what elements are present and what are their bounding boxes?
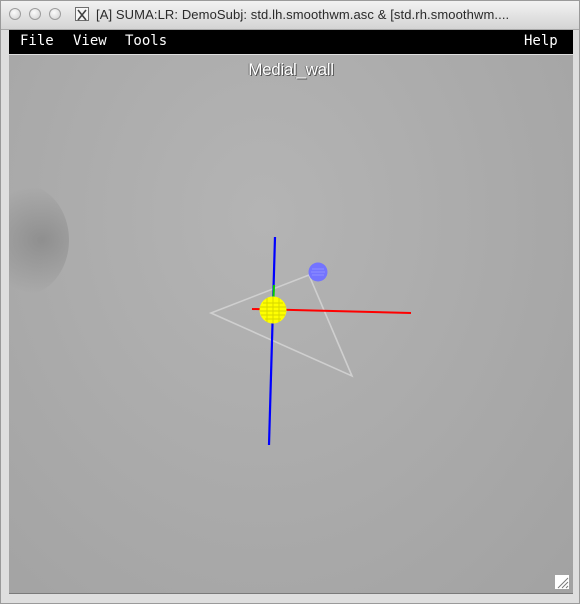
selected-triangle (208, 273, 354, 378)
x11-icon (75, 7, 89, 21)
menu-view[interactable]: View (73, 33, 107, 49)
surface-viewer-canvas[interactable]: Medial_wall (9, 55, 573, 594)
resize-grip-icon[interactable] (555, 575, 569, 589)
zoom-window-button[interactable] (49, 8, 61, 20)
window-title: [A] SUMA:LR: DemoSubj: std.lh.smoothwm.a… (96, 7, 510, 22)
menu-file[interactable]: File (20, 33, 54, 49)
scene-3d (208, 236, 412, 446)
menu-help[interactable]: Help (524, 33, 558, 49)
title-bar[interactable]: [A] SUMA:LR: DemoSubj: std.lh.smoothwm.a… (1, 1, 579, 30)
crosshair-node-sphere (259, 296, 287, 324)
minimize-window-button[interactable] (29, 8, 41, 20)
suma-window: [A] SUMA:LR: DemoSubj: std.lh.smoothwm.a… (0, 0, 580, 604)
menu-tools[interactable]: Tools (125, 33, 167, 49)
menu-bar: File View Tools Help (9, 30, 573, 54)
x11-glyph (77, 9, 87, 21)
close-window-button[interactable] (9, 8, 21, 20)
selected-node-sphere (308, 262, 328, 282)
